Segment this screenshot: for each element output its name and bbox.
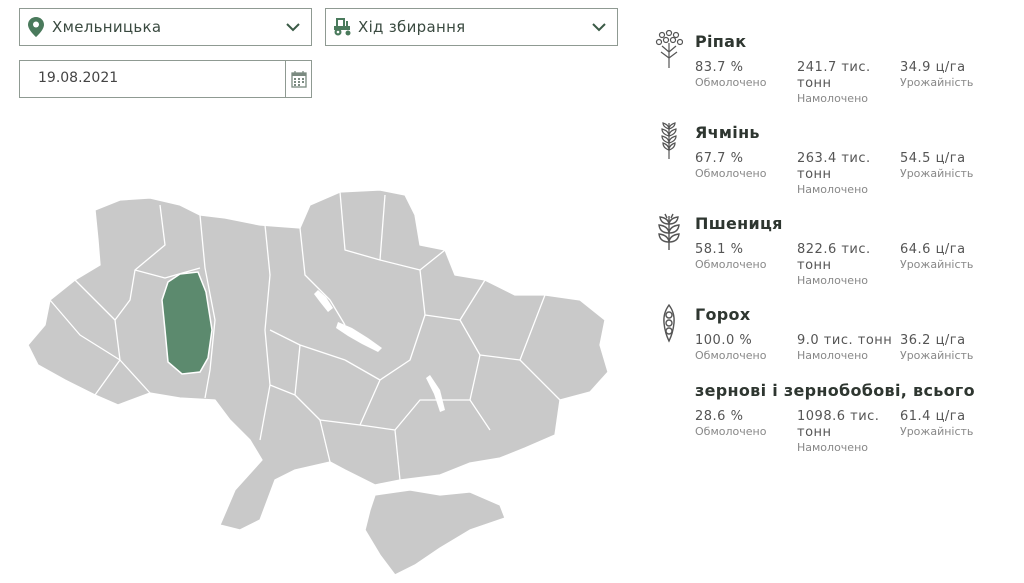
threshed-value: 100.0 % — [695, 333, 753, 348]
yield-value: 64.6 ц/га — [900, 242, 966, 257]
threshed-value: 67.7 % — [695, 151, 744, 166]
harvested-value: 822.6 тис. — [797, 242, 871, 257]
map-region-khmelnytska[interactable] — [161, 271, 213, 375]
crop-wheat: Пшениця 58.1 % Обмолочено 822.6 тис. тон… — [655, 213, 1005, 292]
threshed-value: 83.7 % — [695, 60, 744, 75]
location-pin-icon — [28, 17, 44, 37]
map-crimea — [364, 489, 506, 576]
rapeseed-icon — [655, 30, 683, 68]
pea-icon — [663, 303, 675, 343]
yield-value: 61.4 ц/га — [900, 409, 966, 424]
harvested-label: Намолочено — [797, 274, 868, 287]
crop-rapeseed: Ріпак 83.7 % Обмолочено 241.7 тис. тонн … — [655, 30, 1005, 110]
threshed-label: Обмолочено — [695, 349, 767, 362]
harvested-unit: тонн — [797, 76, 832, 91]
yield-label: Урожайність — [900, 349, 974, 362]
crop-barley: Ячмінь 67.7 % Обмолочено 263.4 тис. тонн… — [655, 122, 1005, 201]
harvested-unit: тонн — [797, 425, 832, 440]
harvested-label: Намолочено — [797, 441, 868, 454]
date-value: 19.08.2021 — [38, 70, 119, 86]
mode-select[interactable]: Хід збирання — [325, 8, 618, 46]
crop-name: зернові і зернобобові, всього — [695, 381, 975, 400]
threshed-label: Обмолочено — [695, 258, 767, 271]
yield-label: Урожайність — [900, 258, 974, 271]
harvested-value: 9.0 тис. тонн — [797, 333, 893, 348]
threshed-label: Обмолочено — [695, 76, 767, 89]
crop-name: Ячмінь — [695, 123, 760, 142]
crop-total-grains: зернові і зернобобові, всього 28.6 % Обм… — [655, 381, 1005, 459]
yield-label: Урожайність — [900, 76, 974, 89]
harvested-value: 1098.6 тис. — [797, 409, 880, 424]
region-select-value: Хмельницька — [52, 18, 162, 36]
yield-label: Урожайність — [900, 167, 974, 180]
crop-name: Пшениця — [695, 214, 783, 233]
harvested-label: Намолочено — [797, 349, 868, 362]
map-mainland — [27, 189, 609, 531]
yield-value: 34.9 ц/га — [900, 60, 966, 75]
wheat-icon — [658, 213, 680, 250]
tractor-icon — [334, 18, 351, 36]
harvested-label: Намолочено — [797, 92, 868, 105]
threshed-value: 58.1 % — [695, 242, 744, 257]
harvested-label: Намолочено — [797, 183, 868, 196]
crop-name: Горох — [695, 305, 751, 324]
crop-pea: Горох 100.0 % Обмолочено 9.0 тис. тонн Н… — [655, 303, 1005, 363]
threshed-label: Обмолочено — [695, 425, 767, 438]
yield-value: 36.2 ц/га — [900, 333, 966, 348]
barley-icon — [661, 122, 677, 159]
yield-label: Урожайність — [900, 425, 974, 438]
threshed-label: Обмолочено — [695, 167, 767, 180]
date-input[interactable]: 19.08.2021 — [19, 60, 312, 98]
region-select[interactable]: Хмельницька — [19, 8, 312, 46]
chevron-down-icon — [286, 23, 300, 32]
calendar-button[interactable] — [285, 61, 311, 97]
threshed-value: 28.6 % — [695, 409, 744, 424]
harvested-unit: тонн — [797, 167, 832, 182]
chevron-down-icon — [592, 23, 606, 32]
mode-select-value: Хід збирання — [358, 18, 466, 36]
harvested-value: 263.4 тис. — [797, 151, 871, 166]
yield-value: 54.5 ц/га — [900, 151, 966, 166]
harvested-unit: тонн — [797, 258, 832, 273]
calendar-icon — [290, 71, 307, 88]
harvested-value: 241.7 тис. — [797, 60, 871, 75]
crop-name: Ріпак — [695, 32, 747, 51]
ukraine-map — [27, 189, 609, 576]
